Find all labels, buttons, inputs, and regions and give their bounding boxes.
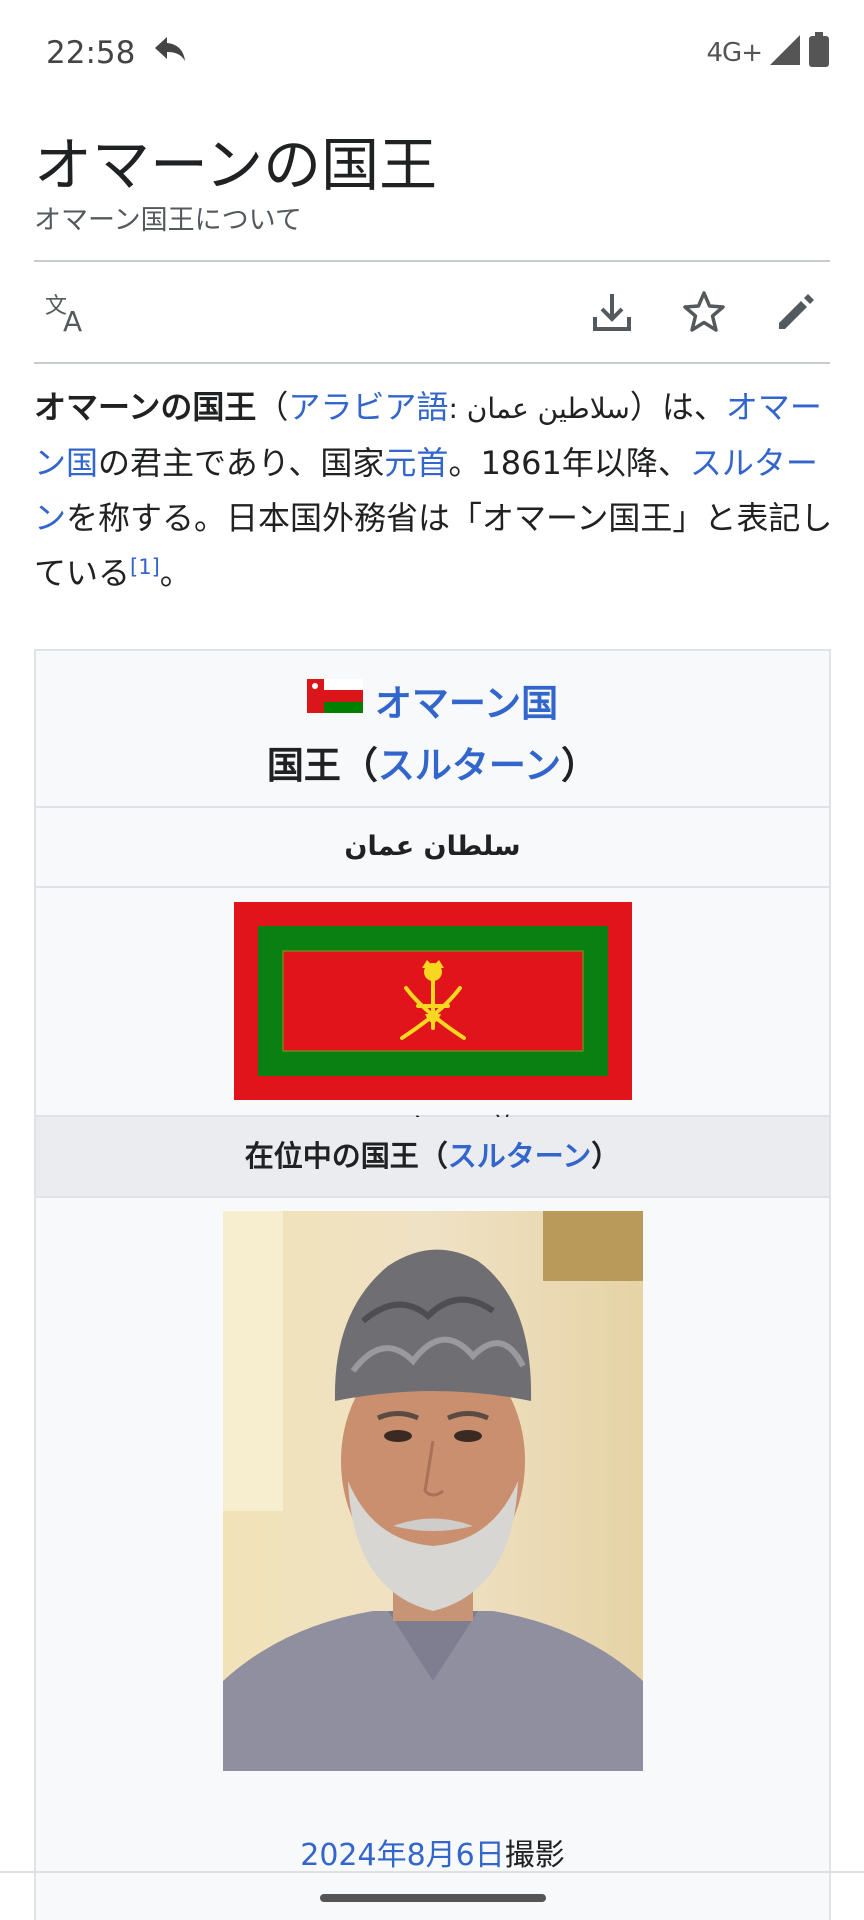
infobox-flag-row	[36, 888, 829, 1117]
photo-date-link[interactable]: 2024年8月6日	[300, 1838, 505, 1873]
bottom-divider	[0, 1871, 864, 1873]
infobox-sultan-link[interactable]: スルターン	[378, 744, 561, 787]
lead-text: 。1861年以降、	[448, 444, 690, 482]
infobox-heading: 国王（スルターン）	[36, 735, 829, 789]
page-subtitle: オマーン国王について	[34, 205, 302, 236]
infobox-heading-text: 国王（	[266, 744, 378, 787]
infobox: オマーン国 国王（スルターン） سلطان عمان スルターン旗	[34, 649, 831, 1920]
edit-icon[interactable]	[772, 288, 820, 336]
status-right: 4G+	[706, 31, 830, 75]
status-bar: 22:58 4G+	[0, 0, 864, 106]
infobox-country-link[interactable]: オマーン国	[375, 673, 558, 727]
photo-caption-text: 撮影	[504, 1838, 565, 1873]
lead-text: （	[256, 388, 289, 426]
signal-icon	[768, 33, 802, 74]
section-sultan-link[interactable]: スルターン	[448, 1139, 592, 1173]
lead-arabic-text: : سلاطين عمان	[448, 392, 630, 425]
page-toolbar: 文 A	[34, 262, 830, 362]
battery-icon	[808, 31, 830, 75]
network-type: 4G+	[706, 38, 763, 68]
infobox-arabic-name: سلطان عمان	[36, 808, 829, 888]
star-icon[interactable]	[680, 288, 728, 336]
section-header-text: 在位中の国王（	[244, 1139, 448, 1173]
sultan-standard-image[interactable]	[234, 902, 632, 1100]
photo-caption: 2024年8月6日撮影	[36, 1830, 829, 1874]
svg-text:A: A	[63, 305, 82, 333]
infobox-header: オマーン国 国王（スルターン）	[36, 651, 829, 808]
section-header-text: ）	[591, 1139, 621, 1173]
link-head-of-state[interactable]: 元首	[384, 444, 448, 482]
sultan-portrait-photo[interactable]	[223, 1211, 643, 1771]
lead-paragraph: オマーンの国王（アラビア語: سلاطين عمان）は、オマーン国の君主であり…	[34, 380, 834, 601]
download-icon[interactable]	[588, 288, 636, 336]
lead-text: ）は、	[629, 388, 726, 426]
link-arabic-language[interactable]: アラビア語	[288, 388, 448, 426]
reference-link[interactable]: [1]	[130, 555, 160, 579]
lead-text: の君主であり、国家	[98, 444, 385, 482]
infobox-country-line: オマーン国	[36, 673, 829, 727]
infobox-photo-row	[36, 1198, 829, 1920]
infobox-heading-text: ）	[561, 744, 599, 787]
reply-arrow-icon	[153, 35, 187, 71]
divider-toolbar	[34, 362, 830, 364]
gesture-nav-handle[interactable]	[320, 1894, 546, 1902]
status-left: 22:58	[46, 35, 187, 71]
lead-bold-title: オマーンの国王	[34, 388, 257, 426]
status-time: 22:58	[46, 35, 136, 71]
infobox-section-header: 在位中の国王（スルターン）	[36, 1117, 829, 1198]
oman-flag-icon	[306, 678, 363, 722]
translate-icon[interactable]: 文 A	[44, 288, 92, 336]
lead-text: 。	[159, 554, 192, 592]
page-title: オマーンの国王	[34, 131, 438, 199]
